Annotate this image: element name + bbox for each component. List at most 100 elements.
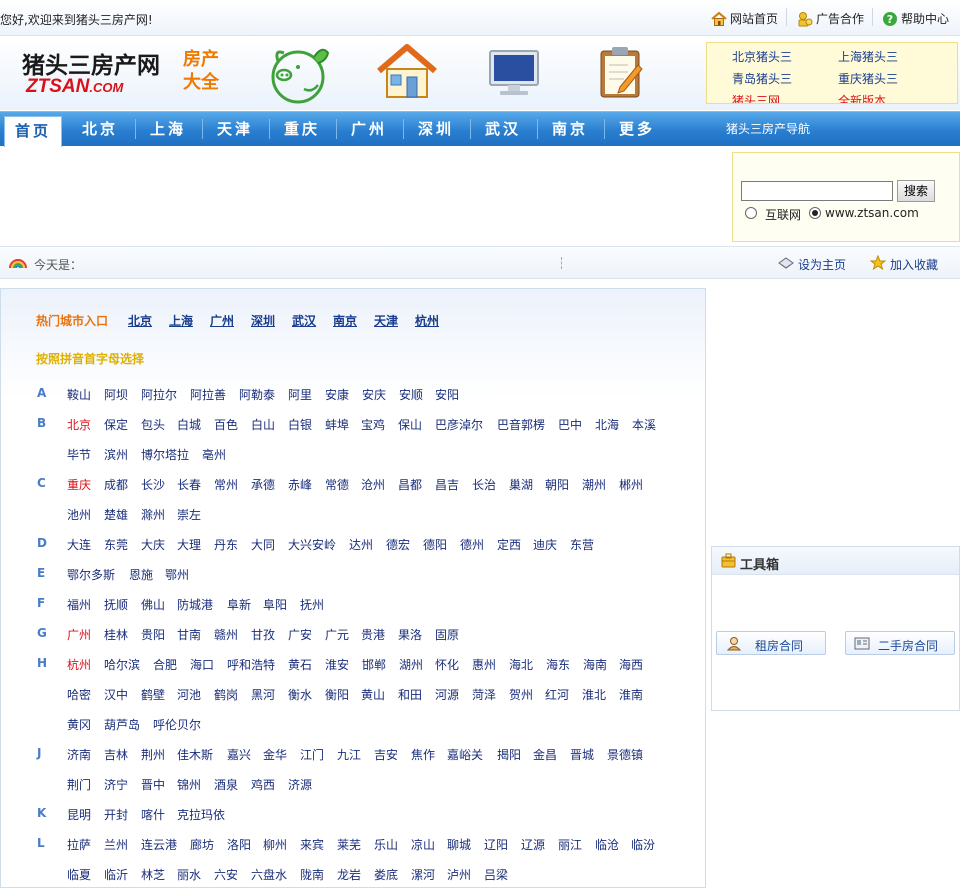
city-link-shanghai[interactable]: 上海猪头三 <box>838 48 898 65</box>
city-link[interactable]: 白银 <box>288 416 312 433</box>
city-link[interactable]: 郴州 <box>619 476 643 493</box>
city-link[interactable]: 毕节 <box>67 446 91 463</box>
city-link[interactable]: 百色 <box>214 416 238 433</box>
city-link[interactable]: 哈尔滨 <box>104 656 140 673</box>
search-input[interactable] <box>741 181 893 201</box>
city-link[interactable]: 九江 <box>337 746 361 763</box>
city-link[interactable]: 沧州 <box>361 476 385 493</box>
city-link[interactable]: 长沙 <box>141 476 165 493</box>
city-link[interactable]: 迪庆 <box>533 536 557 553</box>
city-link[interactable]: 黑河 <box>251 686 275 703</box>
city-link[interactable]: 乐山 <box>374 836 398 853</box>
nav-item-shenzhen[interactable]: 深圳 <box>418 112 454 146</box>
city-link[interactable]: 吕梁 <box>484 866 508 883</box>
city-link[interactable]: 连云港 <box>141 836 177 853</box>
city-link[interactable]: 黄石 <box>288 656 312 673</box>
city-link[interactable]: 临沂 <box>104 866 128 883</box>
city-link[interactable]: 广元 <box>325 626 349 643</box>
city-link[interactable]: 果洛 <box>398 626 422 643</box>
city-link[interactable]: 包头 <box>141 416 165 433</box>
second-hand-contract-button[interactable]: 二手房合同 <box>845 631 955 655</box>
city-link[interactable]: 达州 <box>349 536 373 553</box>
hot-city-link[interactable]: 深圳 <box>251 312 275 329</box>
city-link[interactable]: 廊坊 <box>190 836 214 853</box>
hot-city-link[interactable]: 武汉 <box>292 312 316 329</box>
city-link[interactable]: 昌吉 <box>435 476 459 493</box>
city-link[interactable]: 凉山 <box>411 836 435 853</box>
nav-item-wuhan[interactable]: 武汉 <box>485 112 521 146</box>
city-link[interactable]: 呼伦贝尔 <box>153 716 201 733</box>
city-link[interactable]: 北京 <box>67 416 91 433</box>
city-link[interactable]: 惠州 <box>472 656 496 673</box>
city-link[interactable]: 哈密 <box>67 686 91 703</box>
city-link[interactable]: 洛阳 <box>227 836 251 853</box>
city-link[interactable]: 怀化 <box>435 656 459 673</box>
city-link-new-version[interactable]: 全新版本 <box>838 92 886 103</box>
city-link[interactable]: 保山 <box>398 416 422 433</box>
city-link[interactable]: 保定 <box>104 416 128 433</box>
hot-city-link[interactable]: 北京 <box>128 312 152 329</box>
city-link[interactable]: 六盘水 <box>251 866 287 883</box>
city-link[interactable]: 泸州 <box>447 866 471 883</box>
city-link[interactable]: 丽水 <box>177 866 201 883</box>
nav-guide-link[interactable]: 猪头三房产导航 <box>726 112 810 146</box>
city-link[interactable]: 临沧 <box>595 836 619 853</box>
city-link[interactable]: 红河 <box>545 686 569 703</box>
city-link[interactable]: 白山 <box>251 416 275 433</box>
city-link[interactable]: 娄底 <box>374 866 398 883</box>
city-link[interactable]: 常州 <box>214 476 238 493</box>
rental-contract-button[interactable]: 租房合同 <box>716 631 826 655</box>
city-link[interactable]: 大同 <box>251 536 275 553</box>
city-link[interactable]: 丹东 <box>214 536 238 553</box>
city-link[interactable]: 鄂尔多斯 <box>67 566 115 583</box>
city-link[interactable]: 定西 <box>497 536 521 553</box>
city-link[interactable]: 巴彦淖尔 <box>435 416 483 433</box>
help-center-link[interactable]: ? 帮助中心 <box>882 10 949 27</box>
city-link[interactable]: 海南 <box>583 656 607 673</box>
city-link[interactable]: 佛山 <box>141 596 165 613</box>
city-link[interactable]: 亳州 <box>202 446 226 463</box>
city-link[interactable]: 大理 <box>177 536 201 553</box>
city-link[interactable]: 赤峰 <box>288 476 312 493</box>
city-link[interactable]: 阜新 <box>227 596 251 613</box>
site-home-link[interactable]: 网站首页 <box>711 10 778 27</box>
city-link[interactable]: 吉林 <box>104 746 128 763</box>
city-link[interactable]: 合肥 <box>153 656 177 673</box>
nav-item-shanghai[interactable]: 上海 <box>150 112 186 146</box>
city-link[interactable]: 北海 <box>595 416 619 433</box>
city-link[interactable]: 昌都 <box>398 476 422 493</box>
city-link[interactable]: 常德 <box>325 476 349 493</box>
city-link[interactable]: 淮安 <box>325 656 349 673</box>
city-link[interactable]: 济源 <box>288 776 312 793</box>
city-link[interactable]: 白城 <box>177 416 201 433</box>
city-link[interactable]: 抚州 <box>300 596 324 613</box>
city-link[interactable]: 林芝 <box>141 866 165 883</box>
radio-web[interactable] <box>745 207 757 219</box>
nav-item-chongqing[interactable]: 重庆 <box>284 112 320 146</box>
city-link[interactable]: 辽阳 <box>484 836 508 853</box>
city-link[interactable]: 江门 <box>300 746 324 763</box>
city-link[interactable]: 喀什 <box>141 806 165 823</box>
city-link[interactable]: 鹤壁 <box>141 686 165 703</box>
city-link[interactable]: 河池 <box>177 686 201 703</box>
city-link[interactable]: 广州 <box>67 626 91 643</box>
city-link[interactable]: 安阳 <box>435 386 459 403</box>
city-link[interactable]: 东莞 <box>104 536 128 553</box>
city-link[interactable]: 临汾 <box>631 836 655 853</box>
city-link[interactable]: 巢湖 <box>509 476 533 493</box>
city-link[interactable]: 和田 <box>398 686 422 703</box>
city-link[interactable]: 防城港 <box>177 596 213 613</box>
hot-city-link[interactable]: 杭州 <box>415 312 439 329</box>
city-link[interactable]: 长春 <box>177 476 201 493</box>
city-link[interactable]: 大连 <box>67 536 91 553</box>
city-link[interactable]: 汉中 <box>104 686 128 703</box>
city-link[interactable]: 巴音郭楞 <box>497 416 545 433</box>
city-link-qingdao[interactable]: 青岛猪头三 <box>732 70 792 87</box>
city-link[interactable]: 阿拉善 <box>190 386 226 403</box>
city-link[interactable]: 金华 <box>263 746 287 763</box>
hot-city-link[interactable]: 天津 <box>374 312 398 329</box>
city-link[interactable]: 河源 <box>435 686 459 703</box>
city-link[interactable]: 巴中 <box>558 416 582 433</box>
city-link[interactable]: 潮州 <box>582 476 606 493</box>
city-link[interactable]: 阿里 <box>288 386 312 403</box>
